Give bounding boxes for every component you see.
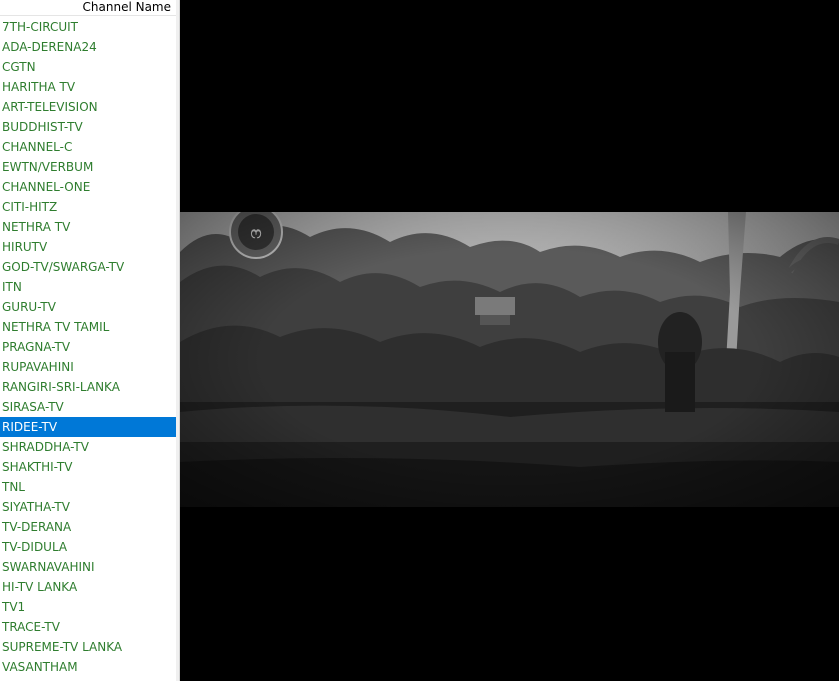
channel-item[interactable]: HARITHA TV <box>0 77 179 97</box>
iptv-player-window: Channel Name 7TH-CIRCUIT ADA-DERENA24 CGTN… <box>0 0 839 681</box>
channel-item[interactable]: GURU-TV <box>0 297 179 317</box>
channel-item[interactable]: SIRASA-TV <box>0 397 179 417</box>
channel-item[interactable]: EWTN/VERBUM <box>0 157 179 177</box>
channel-item[interactable]: CHANNEL-C <box>0 137 179 157</box>
channel-item[interactable]: SWARNAVAHINI <box>0 557 179 577</box>
channel-item[interactable]: GOD-TV/SWARGA-TV <box>0 257 179 277</box>
channel-item[interactable]: CHANNEL-ONE <box>0 177 179 197</box>
channel-item[interactable]: SIYATHA-TV <box>0 497 179 517</box>
channel-item[interactable]: CITI-HITZ <box>0 197 179 217</box>
video-frame: ෆ <box>180 212 839 507</box>
channel-item[interactable]: BUDDHIST-TV <box>0 117 179 137</box>
channel-item[interactable]: TNL <box>0 477 179 497</box>
channel-item[interactable]: SUPREME-TV LANKA <box>0 637 179 657</box>
channel-list: 7TH-CIRCUIT ADA-DERENA24 CGTN HARITHA TV ART… <box>0 17 179 677</box>
channel-item[interactable]: SHAKTHI-TV <box>0 457 179 477</box>
channel-item[interactable]: ART-TELEVISION <box>0 97 179 117</box>
channel-list-panel: Channel Name 7TH-CIRCUIT ADA-DERENA24 CGTN… <box>0 0 180 681</box>
channel-item[interactable]: TV1 <box>0 597 179 617</box>
channel-item[interactable]: HI-TV LANKA <box>0 577 179 597</box>
channel-item[interactable]: RANGIRI-SRI-LANKA <box>0 377 179 397</box>
channel-item[interactable]: PRAGNA-TV <box>0 337 179 357</box>
channel-item[interactable]: NETHRA TV TAMIL <box>0 317 179 337</box>
channel-item[interactable]: SHRADDHA-TV <box>0 437 179 457</box>
channel-item[interactable]: ADA-DERENA24 <box>0 37 179 57</box>
channel-item[interactable]: TV-DERANA <box>0 517 179 537</box>
channel-item[interactable]: TV-DIDULA <box>0 537 179 557</box>
channel-item[interactable]: HIRUTV <box>0 237 179 257</box>
channel-name-column-header[interactable]: Channel Name <box>0 0 179 16</box>
video-scene-image: ෆ <box>180 212 839 507</box>
channel-item[interactable]: 7TH-CIRCUIT <box>0 17 179 37</box>
channel-item[interactable]: NETHRA TV <box>0 217 179 237</box>
channel-item[interactable]: ITN <box>0 277 179 297</box>
channel-item[interactable]: TRACE-TV <box>0 617 179 637</box>
channel-item[interactable]: RUPAVAHINI <box>0 357 179 377</box>
channel-item[interactable]: CGTN <box>0 57 179 77</box>
channel-item[interactable]: RIDEE-TV <box>0 417 179 437</box>
scrollbar[interactable] <box>176 0 179 681</box>
video-player[interactable]: ෆ <box>180 0 839 681</box>
channel-item[interactable]: VASANTHAM <box>0 657 179 677</box>
